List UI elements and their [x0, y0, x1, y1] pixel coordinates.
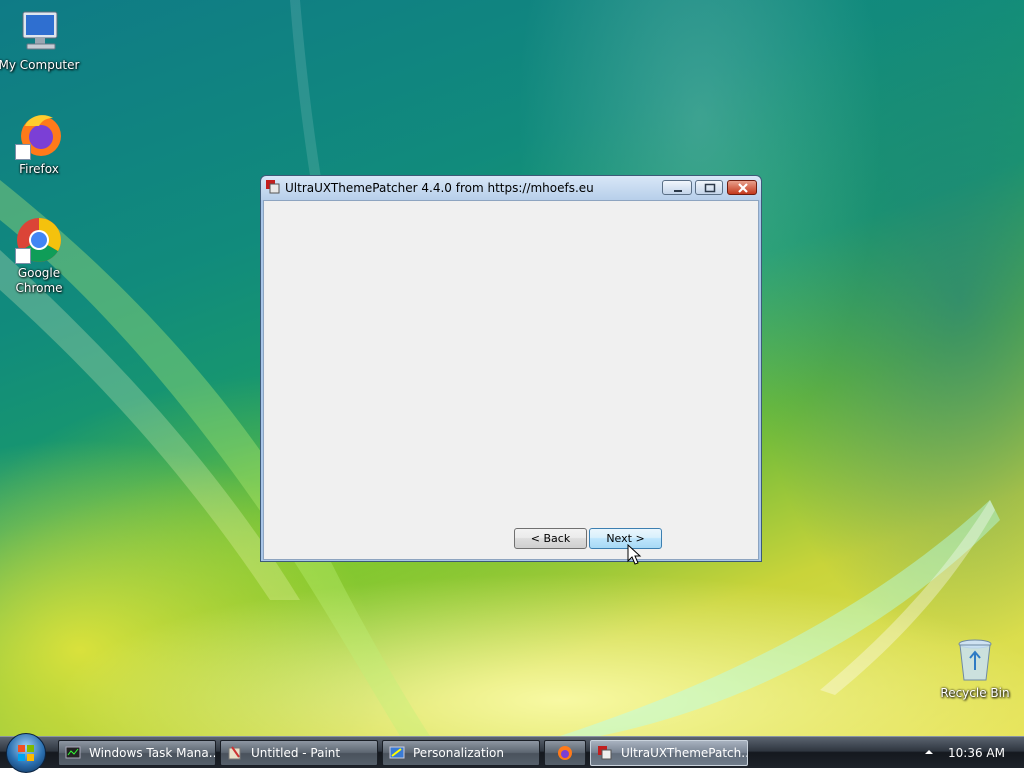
paint-icon — [227, 745, 243, 761]
patcher-window[interactable]: UltraUXThemePatcher 4.4.0 from https://m… — [260, 175, 762, 562]
firefox-icon — [15, 112, 63, 160]
desktop-icon-label: Google Chrome — [15, 266, 63, 295]
window-title: UltraUXThemePatcher 4.4.0 from https://m… — [285, 181, 594, 195]
taskbar-item-task-manager[interactable]: Windows Task Mana... — [58, 740, 216, 766]
computer-icon — [15, 8, 63, 56]
taskbar-item-label: Untitled - Paint — [251, 746, 341, 760]
minimize-icon — [674, 190, 682, 192]
desktop-icon-my-computer[interactable]: My Computer — [0, 8, 81, 73]
taskbar-item-firefox[interactable] — [544, 740, 586, 766]
next-button[interactable]: Next > — [589, 528, 662, 549]
mouse-cursor-icon — [627, 544, 642, 565]
taskbar: Windows Task Mana... Untitled - Paint Pe… — [0, 733, 1024, 773]
clock[interactable]: 10:36 AM — [948, 746, 1005, 760]
desktop-icon-label: Recycle Bin — [940, 686, 1010, 700]
desktop-icon-google-chrome[interactable]: Google Chrome — [0, 216, 81, 296]
shortcut-arrow-icon — [15, 144, 31, 160]
maximize-icon — [704, 183, 716, 193]
patcher-app-icon — [266, 180, 280, 194]
windows-logo-icon — [18, 745, 34, 761]
notification-area: 10:36 AM — [912, 737, 1024, 769]
taskbar-item-personalization[interactable]: Personalization — [382, 740, 540, 766]
desktop-icon-recycle-bin[interactable]: Recycle Bin — [933, 636, 1017, 701]
taskbar-item-ultrauxthemepatcher[interactable]: UltraUXThemePatch... — [590, 740, 748, 766]
firefox-icon — [557, 745, 573, 761]
recycle-bin-icon — [951, 636, 999, 684]
desktop-icon-label: Firefox — [19, 162, 59, 176]
taskbar-item-label: Personalization — [413, 746, 504, 760]
taskbar-item-label: UltraUXThemePatch... — [621, 746, 748, 760]
desktop-icon-label: My Computer — [0, 58, 80, 72]
wizard-content — [263, 200, 759, 560]
taskbar-item-label: Windows Task Mana... — [89, 746, 216, 760]
show-hidden-icons-icon[interactable] — [924, 747, 934, 757]
patcher-icon — [597, 745, 613, 761]
back-button[interactable]: < Back — [514, 528, 587, 549]
title-bar[interactable]: UltraUXThemePatcher 4.4.0 from https://m… — [261, 176, 761, 200]
chrome-icon — [15, 216, 63, 264]
close-icon — [738, 183, 748, 193]
taskbar-item-paint[interactable]: Untitled - Paint — [220, 740, 378, 766]
desktop-icon-firefox[interactable]: Firefox — [0, 112, 81, 177]
minimize-button[interactable] — [662, 180, 692, 195]
close-button[interactable] — [727, 180, 757, 195]
personalization-icon — [389, 745, 405, 761]
maximize-button[interactable] — [695, 180, 723, 195]
desktop: My Computer Firefox Google Chrome Recycl… — [0, 0, 1024, 736]
shortcut-arrow-icon — [15, 248, 31, 264]
start-button[interactable] — [6, 733, 46, 773]
task-manager-icon — [65, 745, 81, 761]
